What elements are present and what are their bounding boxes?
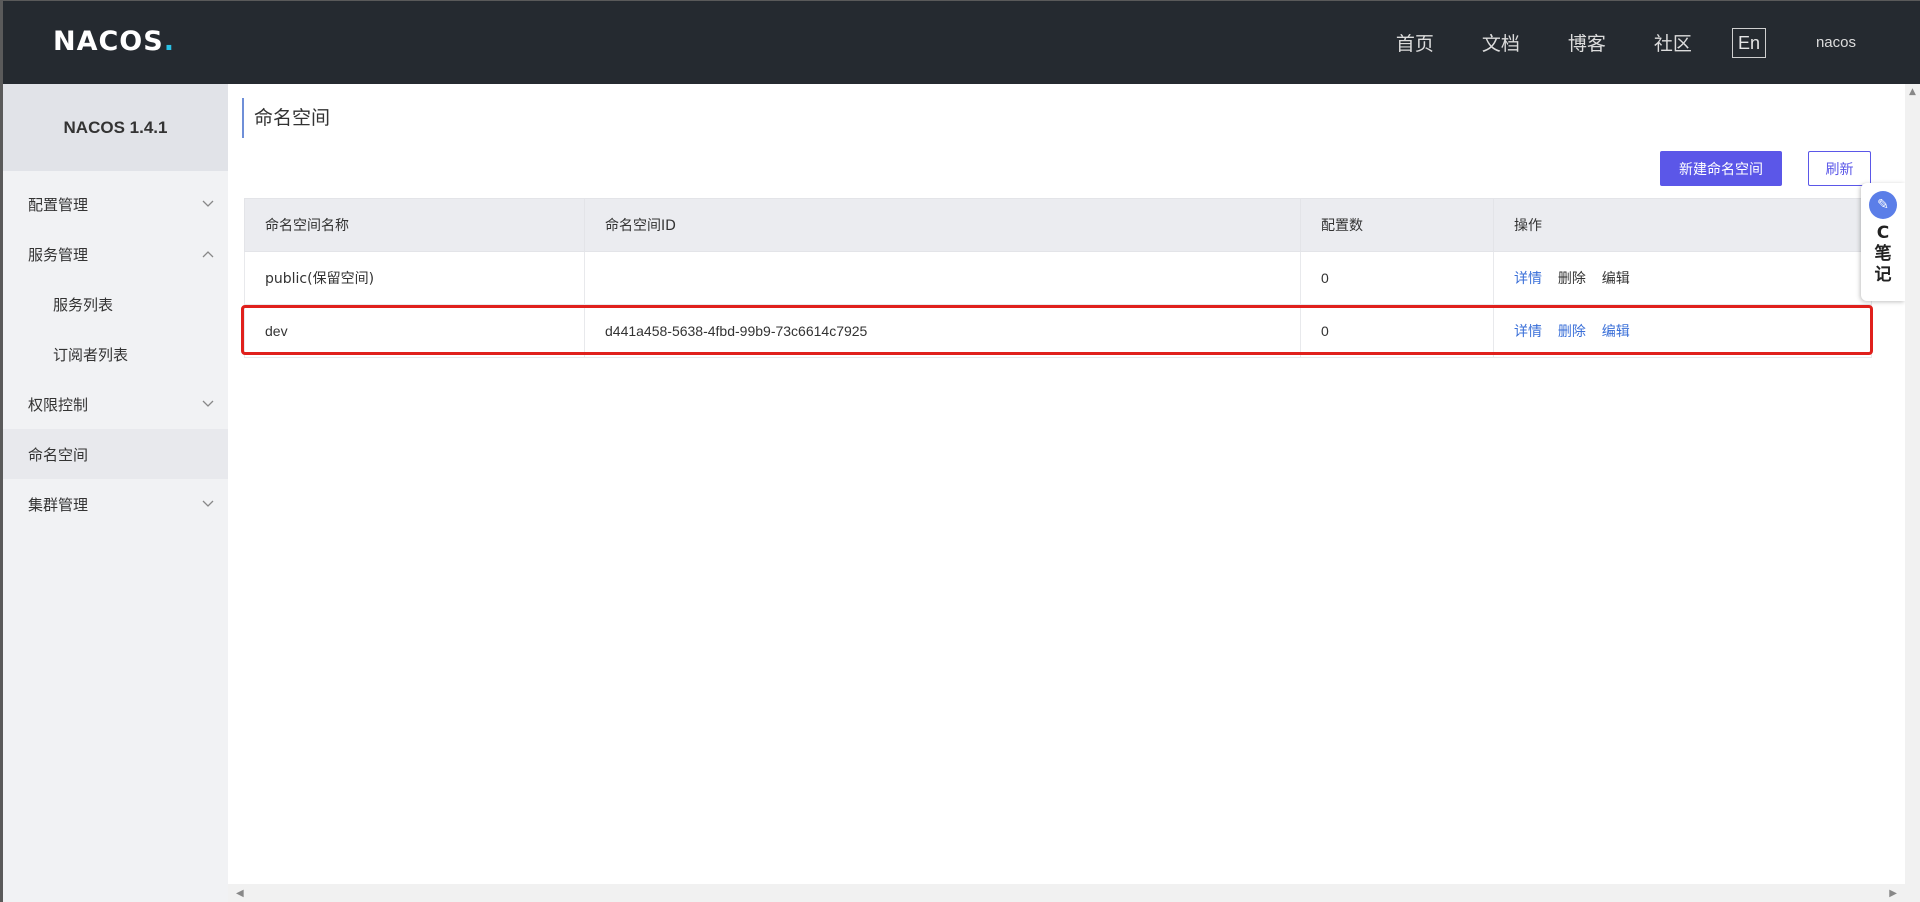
- sidebar-menu: 配置管理 服务管理 服务列表 订阅者列表 权限控制 命名空间 集群管理: [3, 171, 228, 529]
- edit-link[interactable]: 编辑: [1602, 324, 1630, 340]
- sidebar-item-cluster-management[interactable]: 集群管理: [3, 479, 228, 529]
- delete-link[interactable]: 删除: [1558, 271, 1586, 287]
- top-header: NACOS. 首页 文档 博客 社区 En nacos: [3, 1, 1920, 84]
- sidebar-item-access-control[interactable]: 权限控制: [3, 379, 228, 429]
- logo-dot: .: [163, 25, 175, 57]
- sidebar-item-label: 权限控制: [28, 395, 89, 414]
- browser-window: NACOS. 首页 文档 博客 社区 En nacos NACOS 1.4.1 …: [0, 0, 1920, 902]
- sidebar-item-label: 配置管理: [28, 195, 89, 214]
- chevron-up-icon: [202, 248, 214, 260]
- chevron-down-icon: [202, 198, 214, 210]
- vertical-scrollbar[interactable]: ▲: [1905, 84, 1920, 902]
- scroll-right-icon[interactable]: ▶: [1889, 888, 1897, 899]
- config-count-cell: 0: [1300, 304, 1494, 358]
- sidebar-version-title: NACOS 1.4.1: [3, 84, 228, 171]
- namespace-id-cell: d441a458-5638-4fbd-99b9-73c6614c7925: [584, 304, 1301, 358]
- sidebar-item-label: 命名空间: [28, 445, 89, 464]
- namespace-table: 命名空间名称 命名空间ID 配置数 操作 public(保留空间) 0 详情 删…: [244, 198, 1872, 358]
- sidebar-item-label: 订阅者列表: [53, 345, 129, 364]
- table-row: dev d441a458-5638-4fbd-99b9-73c6614c7925…: [244, 304, 1872, 358]
- actions-cell: 详情 删除 编辑: [1493, 251, 1872, 305]
- sidebar-item-subscriber-list[interactable]: 订阅者列表: [3, 329, 228, 379]
- sidebar-item-label: 服务列表: [53, 295, 114, 314]
- top-nav: 首页 文档 博客 社区 En nacos: [1348, 1, 1856, 84]
- sidebar-item-label: 服务管理: [28, 245, 89, 264]
- note-widget[interactable]: ✎ C笔记: [1861, 183, 1905, 301]
- column-header-actions: 操作: [1493, 198, 1872, 252]
- nacos-logo[interactable]: NACOS.: [53, 24, 175, 58]
- pen-icon: ✎: [1869, 191, 1897, 219]
- language-switch-button[interactable]: En: [1731, 27, 1766, 58]
- sidebar-item-config-management[interactable]: 配置管理: [3, 179, 228, 229]
- user-menu[interactable]: nacos: [1816, 34, 1856, 51]
- namespace-name-cell: dev: [244, 304, 585, 358]
- main-content: 命名空间 新建命名空间 刷新 命名空间名称 命名空间ID 配置数 操作 publ…: [228, 84, 1905, 884]
- nav-home[interactable]: 首页: [1396, 29, 1434, 56]
- sidebar-item-label: 集群管理: [28, 495, 89, 514]
- note-widget-label: C笔记: [1874, 223, 1892, 285]
- logo-text: NACOS: [53, 25, 164, 57]
- chevron-down-icon: [202, 398, 214, 410]
- sidebar-item-service-management[interactable]: 服务管理: [3, 229, 228, 279]
- details-link[interactable]: 详情: [1514, 271, 1542, 287]
- horizontal-scrollbar[interactable]: ◀ ▶: [228, 884, 1905, 902]
- sidebar: NACOS 1.4.1 配置管理 服务管理 服务列表 订阅者列表 权限控制 命名…: [3, 84, 228, 902]
- actions-cell: 详情 删除 编辑: [1493, 304, 1872, 358]
- chevron-down-icon: [202, 498, 214, 510]
- config-count-cell: 0: [1300, 251, 1494, 305]
- column-header-config-count: 配置数: [1300, 198, 1494, 252]
- page-title: 命名空间: [242, 98, 330, 138]
- details-link[interactable]: 详情: [1514, 324, 1542, 340]
- namespace-id-cell: [584, 251, 1301, 305]
- column-header-id: 命名空间ID: [584, 198, 1301, 252]
- create-namespace-button[interactable]: 新建命名空间: [1660, 151, 1782, 186]
- sidebar-item-namespace[interactable]: 命名空间: [3, 429, 228, 479]
- nav-docs[interactable]: 文档: [1482, 29, 1520, 56]
- scroll-up-icon[interactable]: ▲: [1905, 84, 1920, 99]
- refresh-button[interactable]: 刷新: [1808, 151, 1871, 186]
- delete-link[interactable]: 删除: [1558, 324, 1586, 340]
- table-row: public(保留空间) 0 详情 删除 编辑: [244, 251, 1872, 305]
- namespace-name-cell: public(保留空间): [244, 251, 585, 305]
- scroll-left-icon[interactable]: ◀: [236, 888, 244, 899]
- nav-community[interactable]: 社区: [1654, 29, 1692, 56]
- column-header-name: 命名空间名称: [244, 198, 585, 252]
- edit-link[interactable]: 编辑: [1602, 271, 1630, 287]
- sidebar-item-service-list[interactable]: 服务列表: [3, 279, 228, 329]
- nav-blog[interactable]: 博客: [1568, 29, 1606, 56]
- table-header-row: 命名空间名称 命名空间ID 配置数 操作: [244, 198, 1872, 252]
